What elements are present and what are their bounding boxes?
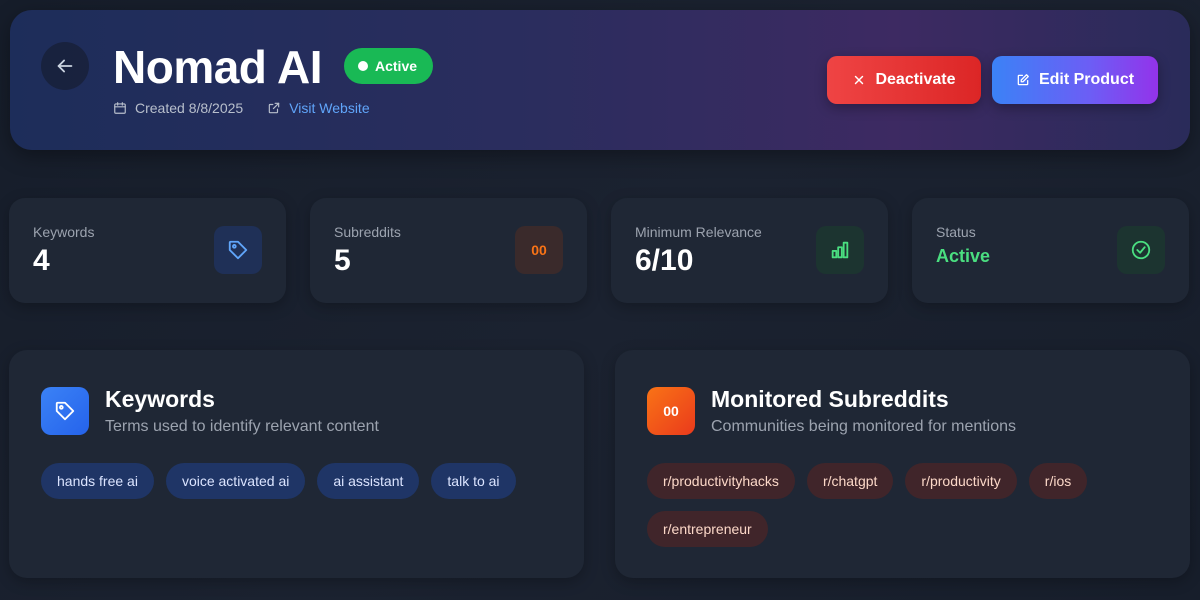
stat-value: 4 (33, 244, 50, 277)
subreddits-card: 00 Monitored Subreddits Communities bein… (615, 350, 1190, 578)
keyword-chip[interactable]: ai assistant (317, 463, 420, 499)
status-badge: Active (344, 48, 434, 84)
keyword-chip[interactable]: hands free ai (41, 463, 154, 499)
subreddit-chip[interactable]: r/ios (1028, 463, 1088, 499)
stat-label: Subreddits (334, 224, 401, 240)
reddit-icon: 00 (515, 226, 563, 274)
subreddits-card-subtitle: Communities being monitored for mentions (711, 418, 1017, 435)
visit-website-label[interactable]: Visit Website (289, 100, 369, 116)
product-header: Nomad AI Active Created 8/8/2025 Visit W… (10, 10, 1190, 150)
stat-card-min-relevance: Minimum Relevance 6/10 (611, 198, 888, 303)
subreddit-chip[interactable]: r/productivityhacks (647, 463, 795, 499)
keywords-card: Keywords Terms used to identify relevant… (9, 350, 584, 578)
keywords-card-title: Keywords (105, 386, 215, 412)
keywords-card-subtitle: Terms used to identify relevant content (105, 418, 379, 435)
check-circle-icon (1131, 240, 1151, 260)
keyword-chip-list: hands free ai voice activated ai ai assi… (41, 463, 516, 499)
stat-value: 6/10 (635, 244, 694, 277)
stat-label: Keywords (33, 224, 95, 240)
status-dot-icon (358, 61, 368, 71)
product-title: Nomad AI (113, 41, 322, 93)
created-date-label: Created 8/8/2025 (135, 100, 244, 116)
stat-card-subreddits: Subreddits 5 00 (310, 198, 587, 303)
keyword-chip[interactable]: voice activated ai (165, 463, 306, 499)
subreddits-card-title: Monitored Subreddits (711, 386, 949, 412)
subreddit-chip[interactable]: r/chatgpt (806, 463, 894, 499)
subreddit-chip[interactable]: r/productivity (905, 463, 1017, 499)
status-badge-label: Active (375, 58, 418, 74)
edit-icon (1017, 74, 1029, 86)
stat-icon-box (1117, 226, 1165, 274)
edit-product-button[interactable]: Edit Product (992, 56, 1158, 104)
x-icon (855, 75, 864, 85)
subreddit-chip[interactable]: r/entrepreneur (647, 511, 768, 547)
product-meta: Created 8/8/2025 Visit Website (113, 98, 370, 118)
stat-label: Status (936, 224, 976, 240)
keywords-card-icon-box (41, 387, 89, 435)
stat-value: Active (936, 246, 991, 266)
stat-card-keywords: Keywords 4 (9, 198, 286, 303)
stat-icon-box (816, 226, 864, 274)
bar-chart-icon (831, 241, 849, 259)
visit-website-link[interactable]: Visit Website (267, 100, 370, 116)
stat-card-status: Status Active (912, 198, 1189, 303)
tag-icon (228, 240, 248, 260)
tag-icon (55, 401, 75, 421)
calendar-icon (114, 102, 126, 114)
reddit-icon: 00 (647, 387, 695, 435)
back-button[interactable] (41, 42, 89, 90)
subreddit-chip-list: r/productivityhacks r/chatgpt r/producti… (647, 463, 1167, 547)
arrow-left-icon (57, 59, 73, 73)
created-date: Created 8/8/2025 (113, 100, 243, 116)
deactivate-button-label: Deactivate (875, 71, 956, 88)
stat-icon-box (214, 226, 262, 274)
deactivate-button[interactable]: Deactivate (827, 56, 981, 104)
keyword-chip[interactable]: talk to ai (431, 463, 516, 499)
edit-product-button-label: Edit Product (1038, 71, 1135, 88)
external-link-icon (268, 102, 280, 114)
stat-label: Minimum Relevance (635, 224, 762, 240)
stat-value: 5 (334, 244, 351, 277)
